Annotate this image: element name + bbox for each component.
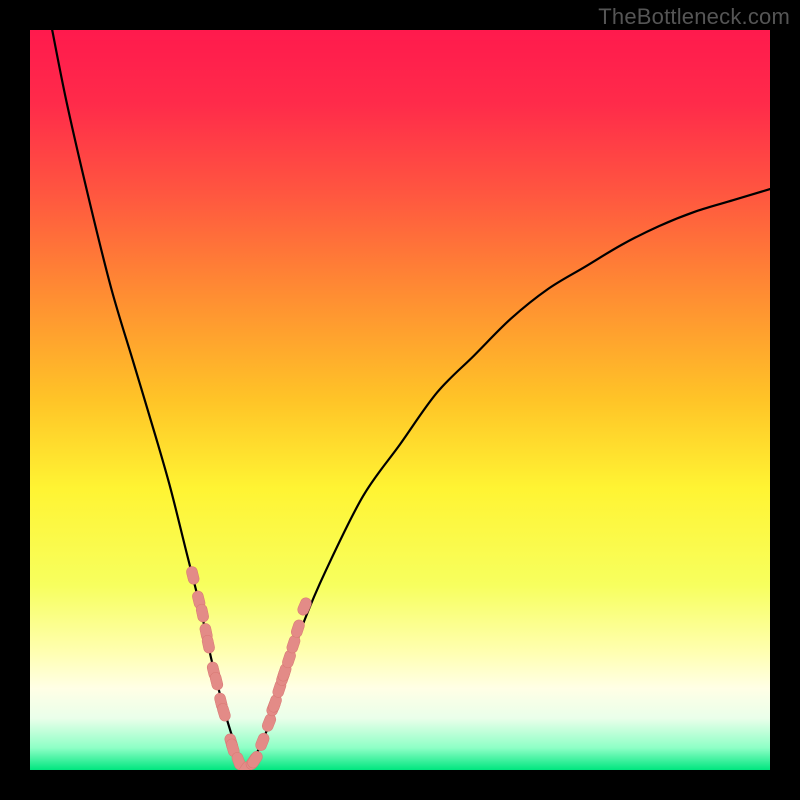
chart-frame: TheBottleneck.com bbox=[0, 0, 800, 800]
marker-group bbox=[185, 565, 313, 770]
highlight-marker bbox=[201, 634, 216, 654]
curve-layer bbox=[30, 30, 770, 770]
highlight-marker bbox=[254, 731, 271, 752]
bottleneck-curve bbox=[52, 30, 770, 770]
watermark-text: TheBottleneck.com bbox=[598, 4, 790, 30]
highlight-marker bbox=[185, 565, 200, 585]
highlight-marker bbox=[296, 596, 313, 617]
highlight-marker bbox=[209, 671, 224, 691]
plot-area bbox=[30, 30, 770, 770]
highlight-marker bbox=[195, 603, 210, 623]
